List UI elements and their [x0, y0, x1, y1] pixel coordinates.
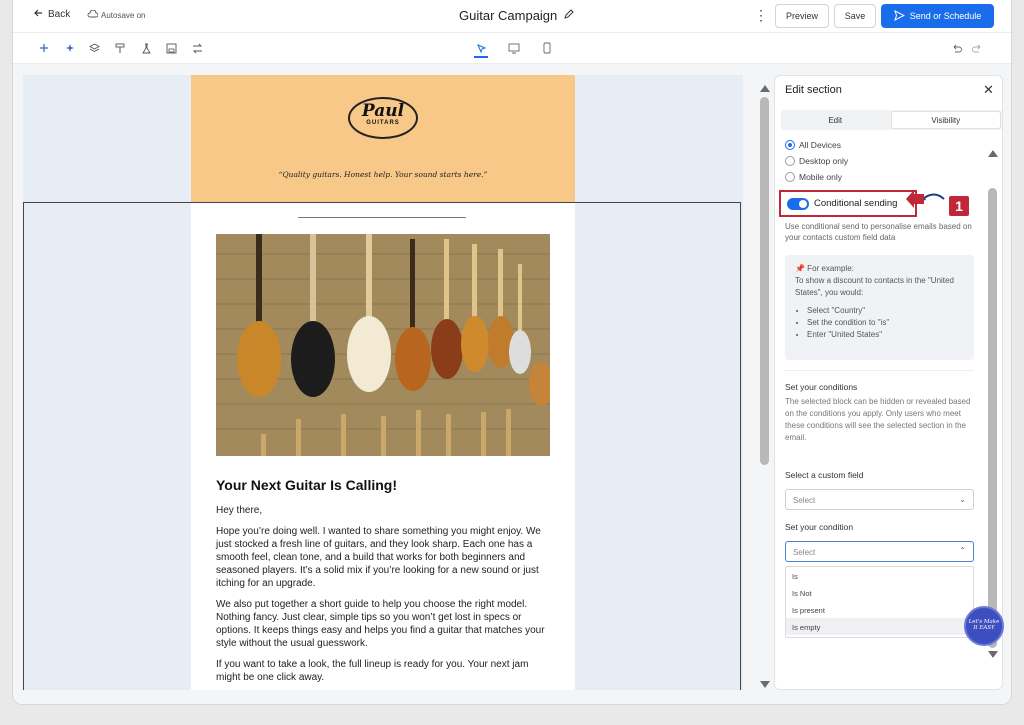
condition-label: Set your condition: [785, 522, 854, 532]
scroll-down-icon[interactable]: [759, 677, 771, 695]
arrow-left-icon: [33, 8, 43, 21]
tab-visibility[interactable]: Visibility: [890, 111, 1001, 129]
panel-scrollbar[interactable]: [985, 145, 1001, 665]
pencil-icon[interactable]: [563, 8, 575, 23]
custom-field-placeholder: Select: [793, 496, 816, 505]
canvas-scrollbar[interactable]: [757, 75, 773, 690]
example-text: To show a discount to contacts in the "U…: [795, 276, 954, 297]
conditional-sending-toggle[interactable]: [787, 198, 809, 210]
email-heading: Your Next Guitar Is Calling!: [216, 477, 397, 493]
example-box: 📌 For example: To show a discount to con…: [785, 255, 974, 360]
radio-icon: [785, 156, 795, 166]
email-greeting: Hey there,: [216, 505, 263, 516]
send-schedule-label: Send or Schedule: [909, 11, 982, 21]
autosave-status: Autosave on: [87, 9, 146, 20]
set-conditions-description: The selected block can be hidden or reve…: [785, 397, 971, 442]
radio-desktop-only[interactable]: Desktop only: [785, 156, 848, 166]
desktop-icon[interactable]: [507, 41, 521, 55]
conditional-help-text: Use conditional send to personalise emai…: [785, 222, 972, 242]
custom-field-select[interactable]: Select ⌄: [785, 489, 974, 510]
scroll-down-icon[interactable]: [987, 647, 999, 665]
condition-placeholder: Select: [793, 548, 816, 557]
panel-scroll-thumb[interactable]: [988, 188, 997, 648]
email-body: Paul GUITARS “Quality guitars. Honest he…: [191, 75, 575, 690]
send-schedule-button[interactable]: Send or Schedule: [881, 4, 994, 28]
condition-dropdown: Is Is Not Is present Is empty: [785, 566, 974, 638]
plus-icon[interactable]: [37, 41, 51, 55]
scroll-up-icon[interactable]: [987, 145, 999, 163]
example-step: Select "Country": [807, 305, 964, 317]
pointer-tool-icon[interactable]: [474, 40, 488, 58]
cloud-icon: [87, 9, 99, 20]
example-steps: Select "Country" Set the condition to "i…: [795, 305, 964, 341]
floppy-icon[interactable]: [164, 41, 178, 55]
top-bar: Back Autosave on Guitar Campaign ⋮ Previ…: [13, 0, 1011, 33]
autosave-label: Autosave on: [101, 10, 146, 20]
scroll-up-icon[interactable]: [759, 80, 771, 98]
condition-option-is-present[interactable]: Is present: [786, 601, 973, 618]
email-content[interactable]: Your Next Guitar Is Calling! Hey there, …: [216, 477, 550, 690]
guitar-wall-image[interactable]: [216, 234, 550, 456]
condition-option-is-not[interactable]: Is Not: [786, 584, 973, 601]
more-options-icon[interactable]: ⋮: [754, 7, 768, 24]
brand-logo: Paul GUITARS: [348, 97, 418, 139]
divider-line: [298, 217, 466, 218]
divider: [785, 370, 974, 371]
logo-text-main: Paul: [361, 101, 405, 121]
edit-section-panel: Edit section ✕ Edit Visibility All Devic…: [774, 75, 1003, 690]
email-canvas[interactable]: Paul GUITARS “Quality guitars. Honest he…: [23, 75, 743, 690]
redo-icon[interactable]: [970, 41, 984, 55]
logo-text-sub: GUITARS: [366, 120, 400, 126]
paint-roller-icon[interactable]: [113, 41, 127, 55]
editor-toolbar: [13, 33, 1011, 64]
back-button[interactable]: Back: [33, 8, 70, 21]
condition-select[interactable]: Select ⌃: [785, 541, 974, 562]
arrows-icon[interactable]: [190, 41, 204, 55]
email-paragraph-1: Hope you’re doing well. I wanted to shar…: [216, 526, 541, 589]
example-title: 📌 For example:: [795, 264, 854, 273]
set-conditions-title: Set your conditions: [785, 382, 858, 392]
radio-label: Desktop only: [799, 156, 849, 166]
close-icon[interactable]: ✕: [983, 82, 994, 98]
example-step: Enter "United States": [807, 329, 964, 341]
radio-all-devices[interactable]: All Devices: [785, 140, 841, 150]
back-label: Back: [48, 9, 71, 20]
canvas-scroll-thumb[interactable]: [760, 97, 769, 465]
email-header[interactable]: Paul GUITARS “Quality guitars. Honest he…: [191, 75, 575, 202]
save-button[interactable]: Save: [834, 4, 876, 28]
send-icon: [893, 9, 905, 23]
example-step: Set the condition to "is": [807, 317, 964, 329]
mobile-icon[interactable]: [540, 41, 554, 55]
layers-icon[interactable]: [87, 41, 101, 55]
test-icon[interactable]: [139, 41, 153, 55]
undo-icon[interactable]: [949, 41, 963, 55]
app-window: Back Autosave on Guitar Campaign ⋮ Previ…: [12, 0, 1012, 705]
condition-option-is[interactable]: Is: [786, 567, 973, 584]
panel-tabs: Edit Visibility: [781, 110, 1002, 130]
watermark-badge: Let's Make It EASY: [964, 606, 1004, 646]
sparkle-icon[interactable]: [62, 41, 76, 55]
condition-option-is-empty[interactable]: Is empty: [786, 618, 973, 635]
preview-button[interactable]: Preview: [775, 4, 829, 28]
radio-selected-icon: [785, 140, 795, 150]
chevron-up-icon: ⌃: [959, 546, 966, 555]
conditional-sending-label: Conditional sending: [814, 198, 898, 209]
email-paragraph-3: If you want to take a look, the full lin…: [216, 659, 529, 683]
panel-title: Edit section: [785, 84, 842, 96]
campaign-title-text: Guitar Campaign: [459, 8, 558, 23]
chevron-down-icon: ⌄: [959, 495, 966, 504]
custom-field-label: Select a custom field: [785, 470, 864, 480]
tagline: “Quality guitars. Honest help. Your soun…: [278, 170, 488, 179]
radio-mobile-only[interactable]: Mobile only: [785, 172, 842, 182]
tab-edit[interactable]: Edit: [781, 110, 890, 130]
annotation-arrow-icon: 1: [906, 190, 969, 216]
radio-label: Mobile only: [799, 172, 842, 182]
annotation-number: 1: [949, 196, 969, 216]
radio-label: All Devices: [799, 140, 842, 150]
campaign-title[interactable]: Guitar Campaign: [459, 8, 575, 23]
radio-icon: [785, 172, 795, 182]
email-paragraph-2: We also put together a short guide to he…: [216, 599, 545, 649]
conditional-sending-highlight: Conditional sending: [779, 190, 917, 217]
